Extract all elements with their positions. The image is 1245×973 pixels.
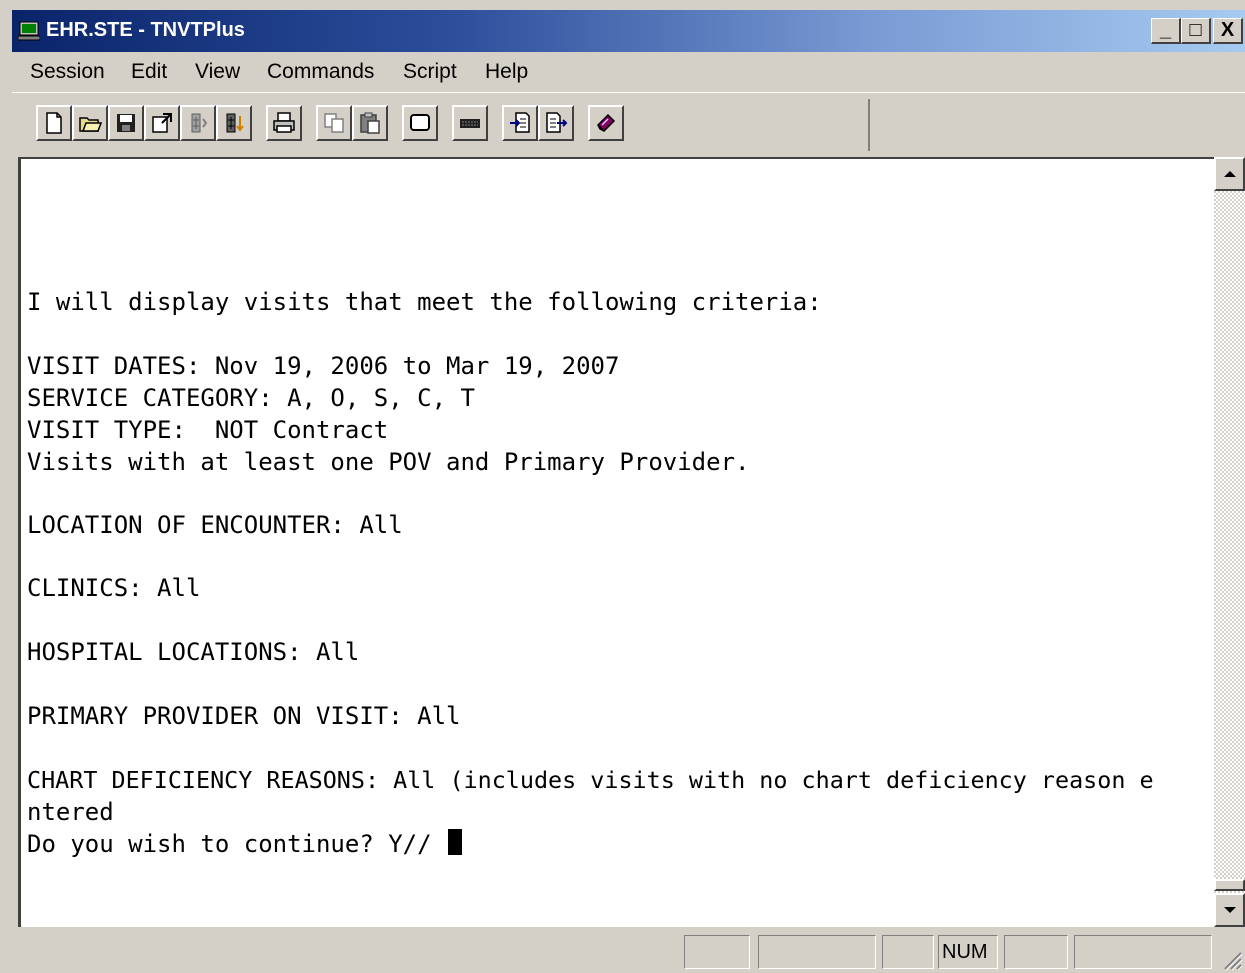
terminal-line: HOSPITAL LOCATIONS: All	[27, 638, 360, 666]
title-bar[interactable]: EHR.STE - TNVTPlus _ □ X	[12, 10, 1245, 52]
status-panel	[758, 935, 876, 969]
menu-view[interactable]: View	[195, 60, 240, 84]
help-book-icon	[596, 113, 616, 133]
screen-icon	[410, 114, 430, 131]
arrow-up-icon	[1223, 171, 1236, 177]
terminal-line: I will display visits that meet the foll…	[27, 288, 822, 316]
minimize-button[interactable]: _	[1151, 18, 1181, 44]
receive-file-button[interactable]	[502, 105, 538, 141]
status-bar: NUM	[12, 927, 1245, 973]
terminal-line: Visits with at least one POV and Primary…	[27, 448, 750, 476]
properties-icon	[152, 113, 172, 133]
keyboard-icon	[460, 119, 480, 128]
terminal-line: CHART DEFICIENCY REASONS: All (includes …	[27, 766, 1154, 794]
maximize-button[interactable]: □	[1181, 18, 1211, 44]
menu-help[interactable]: Help	[485, 60, 528, 84]
print-icon	[273, 112, 295, 133]
screen-button[interactable]	[402, 105, 438, 141]
resize-grip-icon[interactable]	[1221, 949, 1243, 971]
open-button[interactable]	[72, 105, 108, 141]
scroll-up-button[interactable]	[1214, 157, 1245, 191]
arrow-down-icon	[1223, 907, 1236, 913]
scroll-thumb[interactable]	[1214, 879, 1245, 891]
toolbar	[16, 93, 1245, 157]
keyboard-button[interactable]	[452, 105, 488, 141]
terminal-line: SERVICE CATEGORY: A, O, S, C, T	[27, 384, 475, 412]
terminal-line: VISIT DATES: Nov 19, 2006 to Mar 19, 200…	[27, 352, 620, 380]
new-button[interactable]	[36, 105, 72, 141]
disconnect-icon	[226, 113, 244, 133]
scroll-down-button[interactable]	[1214, 893, 1245, 927]
terminal-line: VISIT TYPE: NOT Contract	[27, 416, 389, 444]
send-file-button[interactable]	[538, 105, 574, 141]
disconnect-button[interactable]	[216, 105, 252, 141]
terminal-screen[interactable]: I will display visits that meet the foll…	[18, 157, 1214, 927]
num-lock-indicator: NUM	[938, 935, 998, 969]
menu-session[interactable]: Session	[30, 60, 105, 84]
terminal-line: PRIMARY PROVIDER ON VISIT: All	[27, 702, 461, 730]
connect-icon	[191, 113, 208, 133]
save-button[interactable]	[108, 105, 144, 141]
status-panel	[1074, 935, 1212, 969]
properties-button[interactable]	[144, 105, 180, 141]
copy-icon	[324, 113, 344, 133]
paste-button[interactable]	[352, 105, 388, 141]
connect-button[interactable]	[180, 105, 216, 141]
terminal-app-icon	[18, 21, 40, 41]
paste-icon	[360, 112, 380, 134]
menu-edit[interactable]: Edit	[131, 60, 167, 84]
help-book-button[interactable]	[588, 105, 624, 141]
vertical-scrollbar[interactable]	[1214, 157, 1245, 927]
menu-script[interactable]: Script	[403, 60, 457, 84]
new-icon	[46, 112, 62, 134]
terminal-prompt-line: Do you wish to continue? Y//	[27, 829, 463, 859]
menu-bar: Session Edit View Commands Script Help	[12, 52, 1245, 93]
status-panel	[882, 935, 934, 969]
send-file-icon	[546, 112, 568, 133]
terminal-window: EHR.STE - TNVTPlus _ □ X Session Edit Vi…	[0, 0, 1245, 973]
close-button[interactable]: X	[1213, 18, 1243, 44]
text-cursor	[448, 829, 463, 855]
terminal-line: LOCATION OF ENCOUNTER: All	[27, 511, 403, 539]
open-icon	[79, 117, 102, 132]
terminal-line: CLINICS: All	[27, 574, 201, 602]
copy-button[interactable]	[316, 105, 352, 141]
terminal-line: ntered	[27, 798, 114, 826]
window-title: EHR.STE - TNVTPlus	[46, 19, 245, 41]
status-panel	[684, 935, 750, 969]
print-button[interactable]	[266, 105, 302, 141]
menu-commands[interactable]: Commands	[267, 60, 374, 84]
continue-prompt: Do you wish to continue? Y//	[27, 830, 447, 858]
toolbar-panel	[30, 99, 870, 151]
receive-file-icon	[510, 112, 530, 133]
status-panel	[1004, 935, 1068, 969]
save-icon	[117, 114, 135, 132]
